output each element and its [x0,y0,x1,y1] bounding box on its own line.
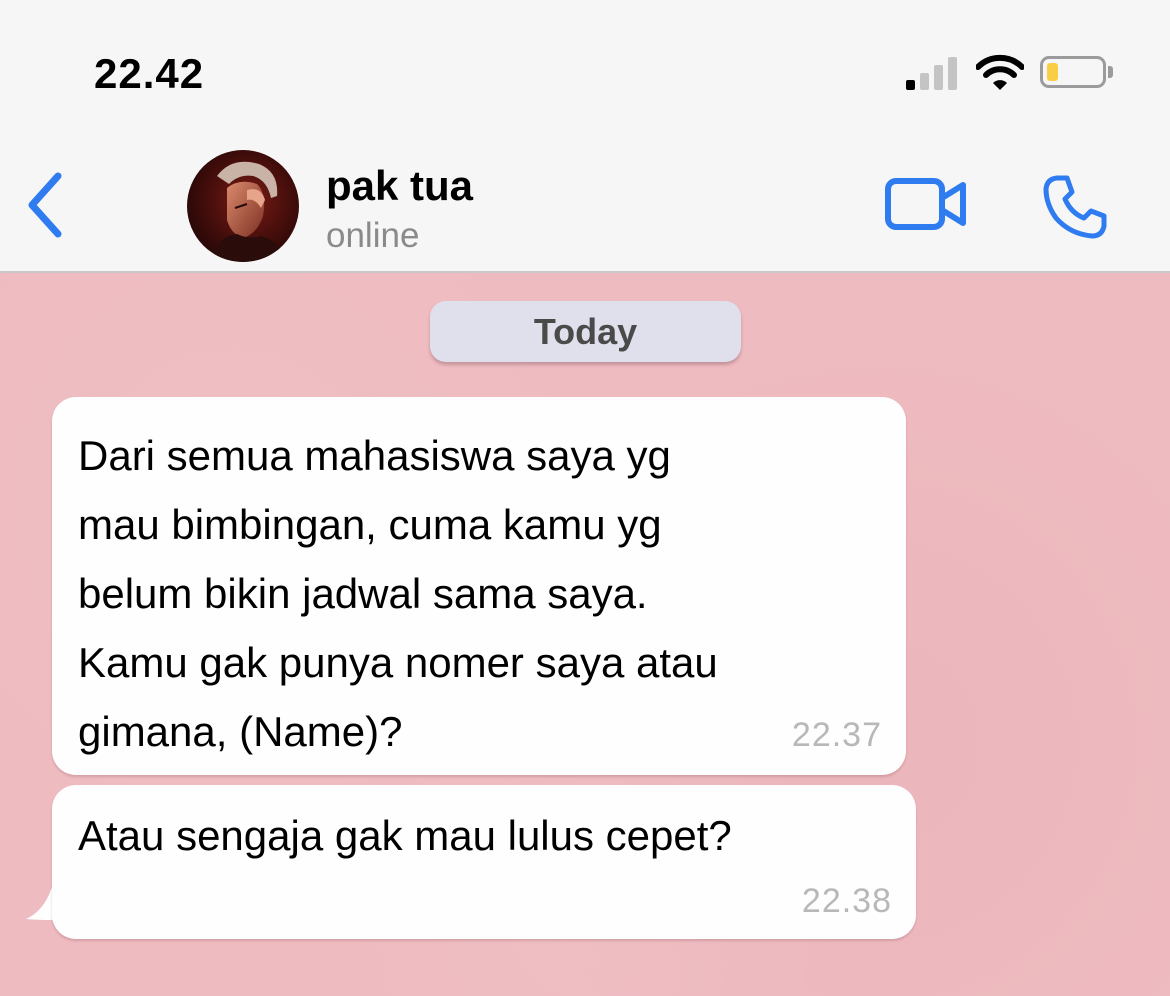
chat-header: pak tua online [0,140,1170,273]
avatar[interactable] [187,150,299,262]
battery-fill [1047,63,1058,81]
date-separator: Today [430,301,741,362]
chat-area[interactable]: Today Dari semua mahasiswa saya yg mau b… [0,273,1170,996]
message-bubble[interactable]: Atau sengaja gak mau lulus cepet? 22.38 [52,785,916,939]
wifi-icon [976,54,1024,90]
message-text: Atau sengaja gak mau lulus cepet? [78,812,732,859]
status-time: 22.42 [94,50,205,97]
video-camera-icon[interactable] [884,176,968,232]
chevron-left-icon[interactable] [22,170,72,240]
battery-tip [1108,66,1113,78]
contact-name[interactable]: pak tua [326,162,473,210]
contact-status: online [326,216,420,255]
message-time: 22.38 [801,882,892,920]
battery-low-icon [1040,56,1106,88]
message-bubble[interactable]: Dari semua mahasiswa saya yg mau bimbing… [52,397,906,775]
phone-icon[interactable] [1040,172,1110,242]
status-bar: 22.42 [0,0,1170,140]
message-time: 22.37 [791,716,882,754]
message-text: Dari semua mahasiswa saya yg mau bimbing… [78,432,718,755]
cellular-signal-icon [906,56,960,90]
